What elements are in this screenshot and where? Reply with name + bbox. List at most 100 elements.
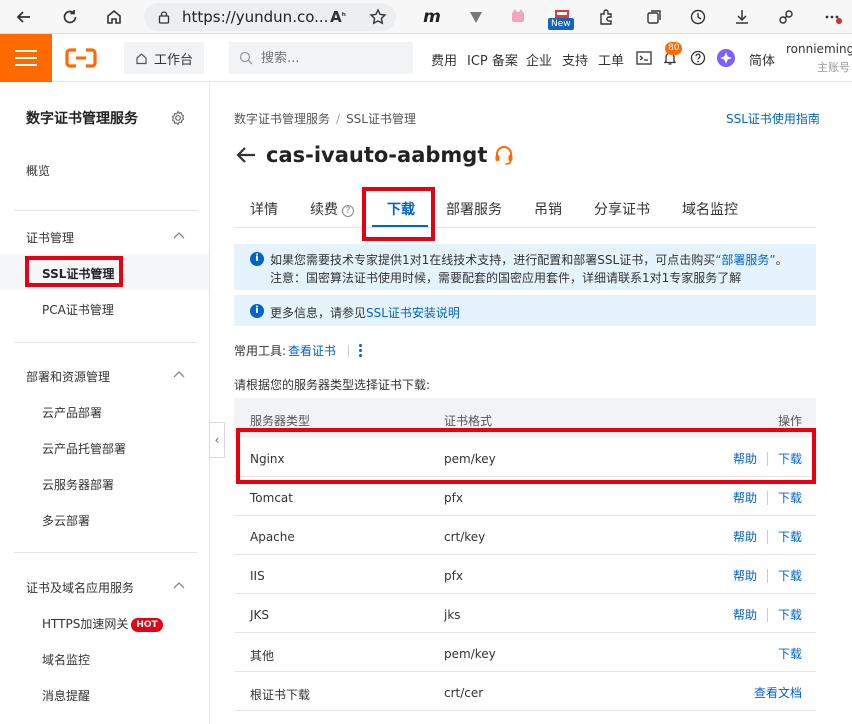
tab-domain-monitor[interactable]: 域名监控	[682, 199, 738, 219]
download-icon[interactable]	[728, 3, 756, 31]
table-row: 其他 pem/key 下载	[234, 633, 816, 672]
server-type: Tomcat	[250, 491, 293, 505]
terminal-icon[interactable]	[634, 48, 654, 68]
notice-tech-support: i 如果您需要技术专家提供1对1在线技术支持，进行配置和部署SSL证书，可点击购…	[234, 244, 816, 290]
sidebar-section-cert-management[interactable]: 证书管理	[26, 229, 74, 246]
sidebar-item-cloud-deploy[interactable]: 云产品部署	[42, 404, 102, 421]
sidebar-divider	[14, 210, 198, 211]
help-link[interactable]: 帮助	[733, 489, 757, 506]
help-link[interactable]: 帮助	[733, 450, 757, 467]
install-guide-link[interactable]: SSL证书安装说明	[366, 306, 460, 320]
deploy-service-link[interactable]: “部署服务”	[715, 253, 775, 267]
sidebar-section-deploy[interactable]: 部署和资源管理	[26, 368, 110, 385]
server-type: Apache	[250, 530, 295, 544]
help-link[interactable]: 帮助	[733, 528, 757, 545]
home-icon[interactable]	[100, 3, 128, 31]
nav-icp[interactable]: ICP 备案	[467, 50, 518, 69]
sidebar-item-overview[interactable]: 概览	[26, 162, 50, 179]
tab-download[interactable]: 下载	[387, 199, 415, 219]
read-aloud-icon[interactable]: Aʰ	[324, 3, 352, 31]
notice-line: 更多信息，请参见SSL证书安装说明	[270, 304, 460, 321]
sidebar-section-app-services[interactable]: 证书及域名应用服务	[26, 579, 134, 596]
download-link[interactable]: 下载	[778, 645, 802, 662]
row-actions: 帮助 下载	[733, 489, 802, 506]
table-row: IIS pfx 帮助 下载	[234, 555, 816, 594]
tab-deploy-service[interactable]: 部署服务	[446, 199, 502, 219]
nav-enterprise[interactable]: 企业	[526, 50, 552, 69]
sidebar-item-ssl-cert[interactable]: SSL证书管理	[42, 265, 114, 282]
ai-assistant-icon[interactable]	[716, 48, 736, 68]
breadcrumb-item[interactable]: 数字证书管理服务	[234, 112, 330, 126]
search-input[interactable]	[261, 50, 401, 66]
tab-revoke[interactable]: 吊销	[534, 199, 562, 219]
collections-icon[interactable]	[640, 3, 668, 31]
workbench-button[interactable]: 工作台	[124, 42, 204, 74]
headset-support-icon[interactable]	[493, 144, 515, 166]
chevron-up-icon[interactable]	[172, 579, 186, 593]
row-actions: 帮助 下载	[733, 567, 802, 584]
server-type: 根证书下载	[250, 688, 311, 702]
gear-icon[interactable]	[170, 110, 186, 126]
chevron-up-icon[interactable]	[172, 229, 186, 243]
sidebar-collapse-chevron-left-icon[interactable]: ‹	[209, 422, 225, 458]
sidebar-item-domain-monitor[interactable]: 域名监控	[42, 651, 90, 668]
notice-text: 更多信息，请参见	[270, 306, 367, 320]
download-link[interactable]: 下载	[778, 489, 802, 506]
aliyun-logo-icon[interactable]	[64, 46, 98, 70]
tools-label: 常用工具:	[234, 344, 287, 358]
view-cert-link[interactable]: 查看证书	[288, 342, 336, 359]
extension-cat-icon[interactable]	[504, 3, 532, 31]
column-header: 证书格式	[444, 414, 493, 428]
extensions-puzzle-icon[interactable]	[592, 3, 620, 31]
favorite-star-icon[interactable]	[364, 3, 392, 31]
extension-link-icon[interactable]	[772, 3, 800, 31]
breadcrumb-item[interactable]: SSL证书管理	[346, 112, 416, 126]
download-link[interactable]: 下载	[778, 528, 802, 545]
sidebar-divider	[14, 552, 198, 553]
sidebar-item-pca-cert[interactable]: PCA证书管理	[42, 301, 114, 318]
help-link[interactable]: 帮助	[733, 567, 757, 584]
column-header: 服务器类型	[250, 414, 311, 428]
settings-more-icon[interactable]	[818, 3, 846, 31]
user-account[interactable]: ronnieming 主账号	[786, 42, 852, 75]
cert-format: jks	[444, 608, 461, 622]
refresh-icon[interactable]	[56, 3, 84, 31]
help-icon[interactable]	[688, 48, 708, 68]
back-arrow-icon[interactable]	[234, 143, 258, 167]
tab-share-cert[interactable]: 分享证书	[594, 199, 650, 219]
download-link[interactable]: 下载	[778, 606, 802, 623]
nav-ticket[interactable]: 工单	[598, 50, 624, 69]
hamburger-menu-icon[interactable]	[0, 34, 52, 82]
cert-format: pem/key	[444, 647, 496, 661]
download-link[interactable]: 下载	[778, 567, 802, 584]
nav-billing[interactable]: 费用	[431, 50, 457, 69]
tab-renew[interactable]: 续费?	[310, 199, 354, 219]
sidebar-item-https-gateway[interactable]: HTTPS加速网关 HOT	[42, 615, 163, 632]
tab-details[interactable]: 详情	[250, 199, 278, 219]
sidebar-item-multicloud-deploy[interactable]: 多云部署	[42, 512, 90, 529]
help-link[interactable]: 帮助	[733, 606, 757, 623]
user-role: 主账号	[817, 61, 850, 74]
back-icon[interactable]	[10, 3, 38, 31]
sidebar-item-label: HTTPS加速网关	[42, 617, 129, 631]
sidebar-item-message-alert[interactable]: 消息提醒	[42, 687, 90, 704]
extension-m-icon[interactable]: m	[418, 3, 446, 31]
sidebar-item-cloud-managed-deploy[interactable]: 云产品托管部署	[42, 440, 126, 457]
page-title: cas-ivauto-aabmgt	[266, 143, 488, 167]
more-kebab-icon[interactable]	[359, 344, 363, 357]
home-icon	[136, 52, 147, 64]
extension-v-icon[interactable]	[462, 3, 490, 31]
search-box[interactable]	[229, 42, 413, 74]
address-bar[interactable]: https://yundun.co...	[144, 3, 396, 31]
ssl-guide-link[interactable]: SSL证书使用指南	[726, 110, 820, 127]
notice-text: 如果您需要技术专家提供1对1在线技术支持，进行配置和部署SSL证书，可点击购买	[270, 253, 716, 267]
sidebar-item-server-deploy[interactable]: 云服务器部署	[42, 476, 114, 493]
nav-support[interactable]: 支持	[562, 50, 588, 69]
chevron-up-icon[interactable]	[172, 368, 186, 382]
language-switch[interactable]: 简体	[749, 50, 775, 69]
download-link[interactable]: 下载	[778, 450, 802, 467]
table-row: Apache crt/key 帮助 下载	[234, 516, 816, 555]
history-icon[interactable]	[684, 3, 712, 31]
row-actions: 帮助 下载	[733, 528, 802, 545]
view-docs-link[interactable]: 查看文档	[754, 684, 802, 701]
